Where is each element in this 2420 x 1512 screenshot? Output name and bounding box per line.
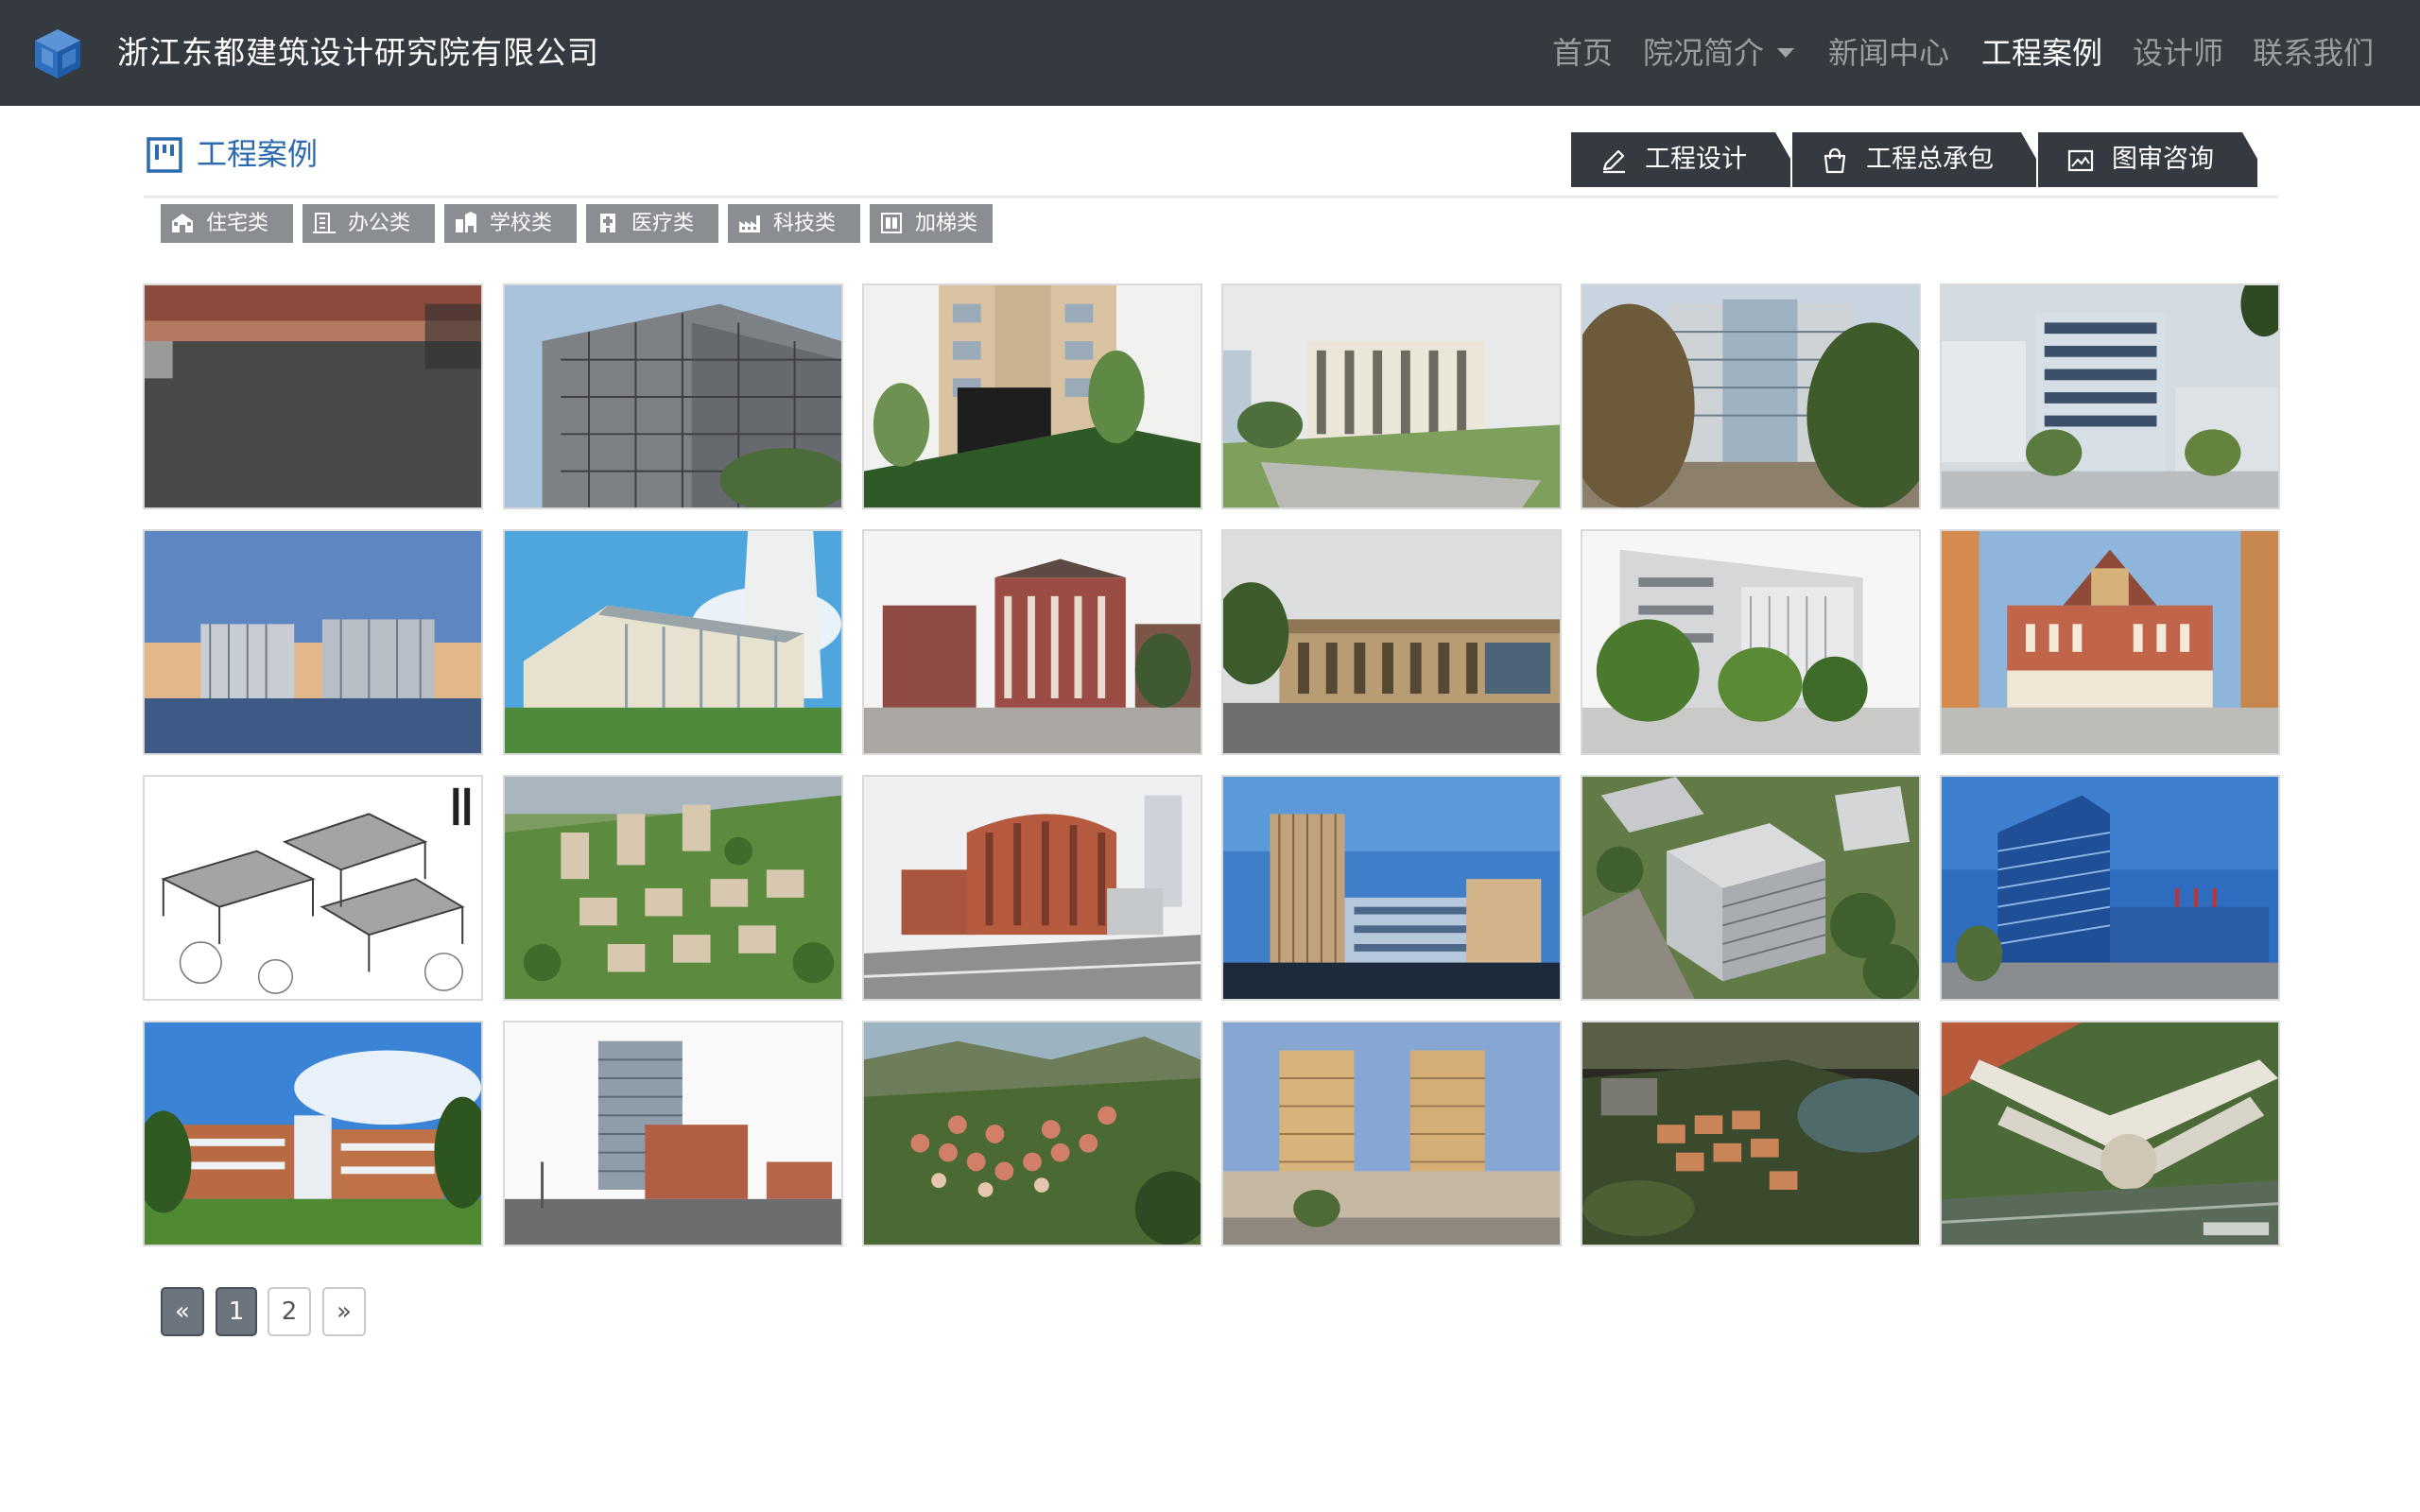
project-photo: [1582, 285, 1919, 507]
category-medical[interactable]: 医疗类: [586, 204, 718, 243]
industry-icon: [739, 215, 760, 232]
gallery-thumbnail[interactable]: [1940, 775, 2280, 1001]
gallery-thumbnail[interactable]: [1221, 529, 1562, 755]
tab-general-contracting[interactable]: 工程总承包: [1792, 132, 2036, 187]
gallery-thumbnail[interactable]: [862, 529, 1202, 755]
project-photo: [1582, 777, 1919, 999]
gallery-thumbnail[interactable]: [862, 1021, 1202, 1246]
house-icon: [172, 214, 193, 232]
gallery-thumbnail[interactable]: [1221, 284, 1562, 509]
bag-icon: [1821, 146, 1849, 175]
category-elevator[interactable]: 加梯类: [870, 204, 993, 243]
project-photo: [505, 531, 841, 753]
tab-engineering-design-label: 工程设计: [1645, 145, 1747, 174]
hospital-icon: [600, 214, 615, 232]
gallery-thumbnail[interactable]: [1221, 1021, 1562, 1246]
project-photo: [145, 1022, 481, 1245]
page-title: 工程案例: [197, 136, 319, 172]
project-photo: [1942, 531, 2278, 753]
pencil-icon: [1599, 146, 1628, 175]
project-photo: [864, 285, 1201, 507]
project-photo: [145, 777, 481, 999]
gallery-thumbnail[interactable]: [862, 775, 1202, 1001]
project-photo: [1223, 1022, 1560, 1245]
gallery-thumbnail[interactable]: [503, 775, 843, 1001]
cube-logo-icon[interactable]: [32, 26, 83, 81]
pagination-prev-button[interactable]: «: [161, 1287, 204, 1336]
category-office-label: 办公类: [348, 212, 411, 235]
gallery-thumbnail[interactable]: [1940, 1021, 2280, 1246]
category-office[interactable]: 办公类: [302, 204, 435, 243]
brand-name[interactable]: 浙江东都建筑设计研究院有限公司: [117, 0, 599, 106]
school-icon: [456, 212, 476, 232]
project-photo: [864, 531, 1201, 753]
gallery-thumbnail[interactable]: [143, 775, 483, 1001]
project-photo: [1223, 285, 1560, 507]
gallery-thumbnail[interactable]: [1221, 775, 1562, 1001]
nav-cases[interactable]: 工程案例: [1981, 0, 2102, 106]
nav-designers[interactable]: 设计师: [2133, 0, 2223, 106]
category-technology[interactable]: 科技类: [728, 204, 860, 243]
gallery-thumbnail[interactable]: [503, 1021, 843, 1246]
gallery-thumbnail[interactable]: [143, 284, 483, 509]
category-technology-label: 科技类: [773, 212, 837, 235]
gallery-thumbnail[interactable]: [503, 284, 843, 509]
project-photo: [505, 285, 841, 507]
category-elevator-label: 加梯类: [915, 212, 978, 235]
category-school-label: 学校类: [490, 212, 553, 235]
project-photo: [145, 531, 481, 753]
building-icon: [313, 213, 336, 233]
tab-drawing-review-label: 图审咨询: [2112, 145, 2214, 174]
nav-about-label: 院况简介: [1643, 35, 1765, 71]
gallery-thumbnail[interactable]: [1581, 1021, 1921, 1246]
nav-home[interactable]: 首页: [1552, 0, 1613, 106]
project-photo: [1582, 531, 1919, 753]
gallery-thumbnail[interactable]: [862, 284, 1202, 509]
gallery-thumbnail[interactable]: [1940, 284, 2280, 509]
project-photo: [864, 1022, 1201, 1245]
project-photo: [1942, 777, 2278, 999]
gallery-thumbnail[interactable]: [503, 529, 843, 755]
tab-drawing-review[interactable]: 图审咨询: [2038, 132, 2257, 187]
project-photo: [505, 1022, 841, 1245]
top-navbar: 浙江东都建筑设计研究院有限公司 首页 院况简介 新闻中心 工程案例 设计师 联系…: [0, 0, 2420, 106]
project-photo: [1942, 1022, 2278, 1245]
tab-general-contracting-label: 工程总承包: [1866, 145, 1994, 174]
board-icon: [147, 137, 182, 173]
gallery-thumbnail[interactable]: [1581, 529, 1921, 755]
tab-engineering-design[interactable]: 工程设计: [1571, 132, 1790, 187]
project-photo: [145, 285, 481, 507]
pagination-next-button[interactable]: »: [322, 1287, 366, 1336]
gallery-thumbnail[interactable]: [1581, 775, 1921, 1001]
pagination-page-1[interactable]: 1: [216, 1287, 257, 1336]
chevron-down-icon: [1777, 48, 1795, 58]
category-school[interactable]: 学校类: [444, 204, 577, 243]
nav-news[interactable]: 新闻中心: [1828, 0, 1949, 106]
category-medical-label: 医疗类: [631, 212, 695, 235]
project-photo: [1582, 1022, 1919, 1245]
project-photo: [864, 777, 1201, 999]
nav-about[interactable]: 院况简介: [1643, 0, 1795, 106]
category-residential[interactable]: 住宅类: [161, 204, 293, 243]
section-divider: [144, 196, 2278, 198]
project-photo: [1223, 777, 1560, 999]
pagination-page-2[interactable]: 2: [268, 1287, 311, 1336]
project-photo: [1223, 531, 1560, 753]
elevator-icon: [881, 213, 902, 233]
gallery-thumbnail[interactable]: [143, 1021, 483, 1246]
category-residential-label: 住宅类: [206, 212, 269, 235]
project-photo: [1942, 285, 2278, 507]
nav-contact[interactable]: 联系我们: [2253, 0, 2374, 106]
gallery-thumbnail[interactable]: [143, 529, 483, 755]
image-icon: [2066, 146, 2095, 175]
gallery-thumbnail[interactable]: [1940, 529, 2280, 755]
project-photo: [505, 777, 841, 999]
gallery-thumbnail[interactable]: [1581, 284, 1921, 509]
